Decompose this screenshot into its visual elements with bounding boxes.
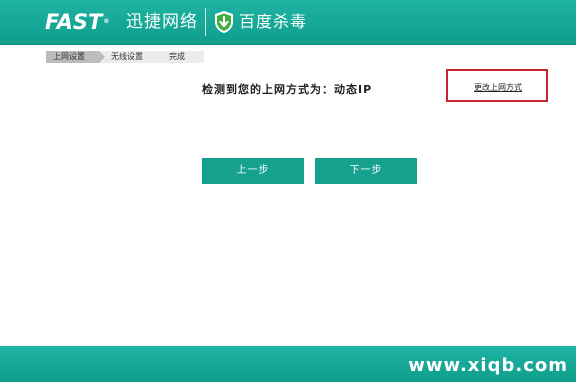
brand-chinese-name: 迅捷网络 — [126, 12, 198, 32]
step-complete: 完成 — [149, 51, 204, 63]
brand-logo: FAST® — [45, 10, 110, 34]
step-wireless-settings: 无线设置 — [99, 51, 155, 63]
partner-name: 百度杀毒 — [239, 12, 308, 31]
watermark: www.xiqb.com — [408, 355, 568, 376]
detection-result: 检测到您的上网方式为：动态IP — [202, 83, 373, 96]
header-divider — [205, 8, 206, 36]
previous-step-button[interactable]: 上一步 — [202, 158, 304, 184]
next-step-button[interactable]: 下一步 — [315, 158, 417, 184]
change-connection-type-link[interactable]: 更改上网方式 — [474, 82, 522, 93]
shield-icon — [215, 11, 233, 33]
step-internet-settings: 上网设置 — [46, 51, 105, 63]
setup-steps: 上网设置 无线设置 完成 — [46, 51, 204, 63]
header-bar: FAST® 迅捷网络 百度杀毒 — [0, 0, 576, 45]
